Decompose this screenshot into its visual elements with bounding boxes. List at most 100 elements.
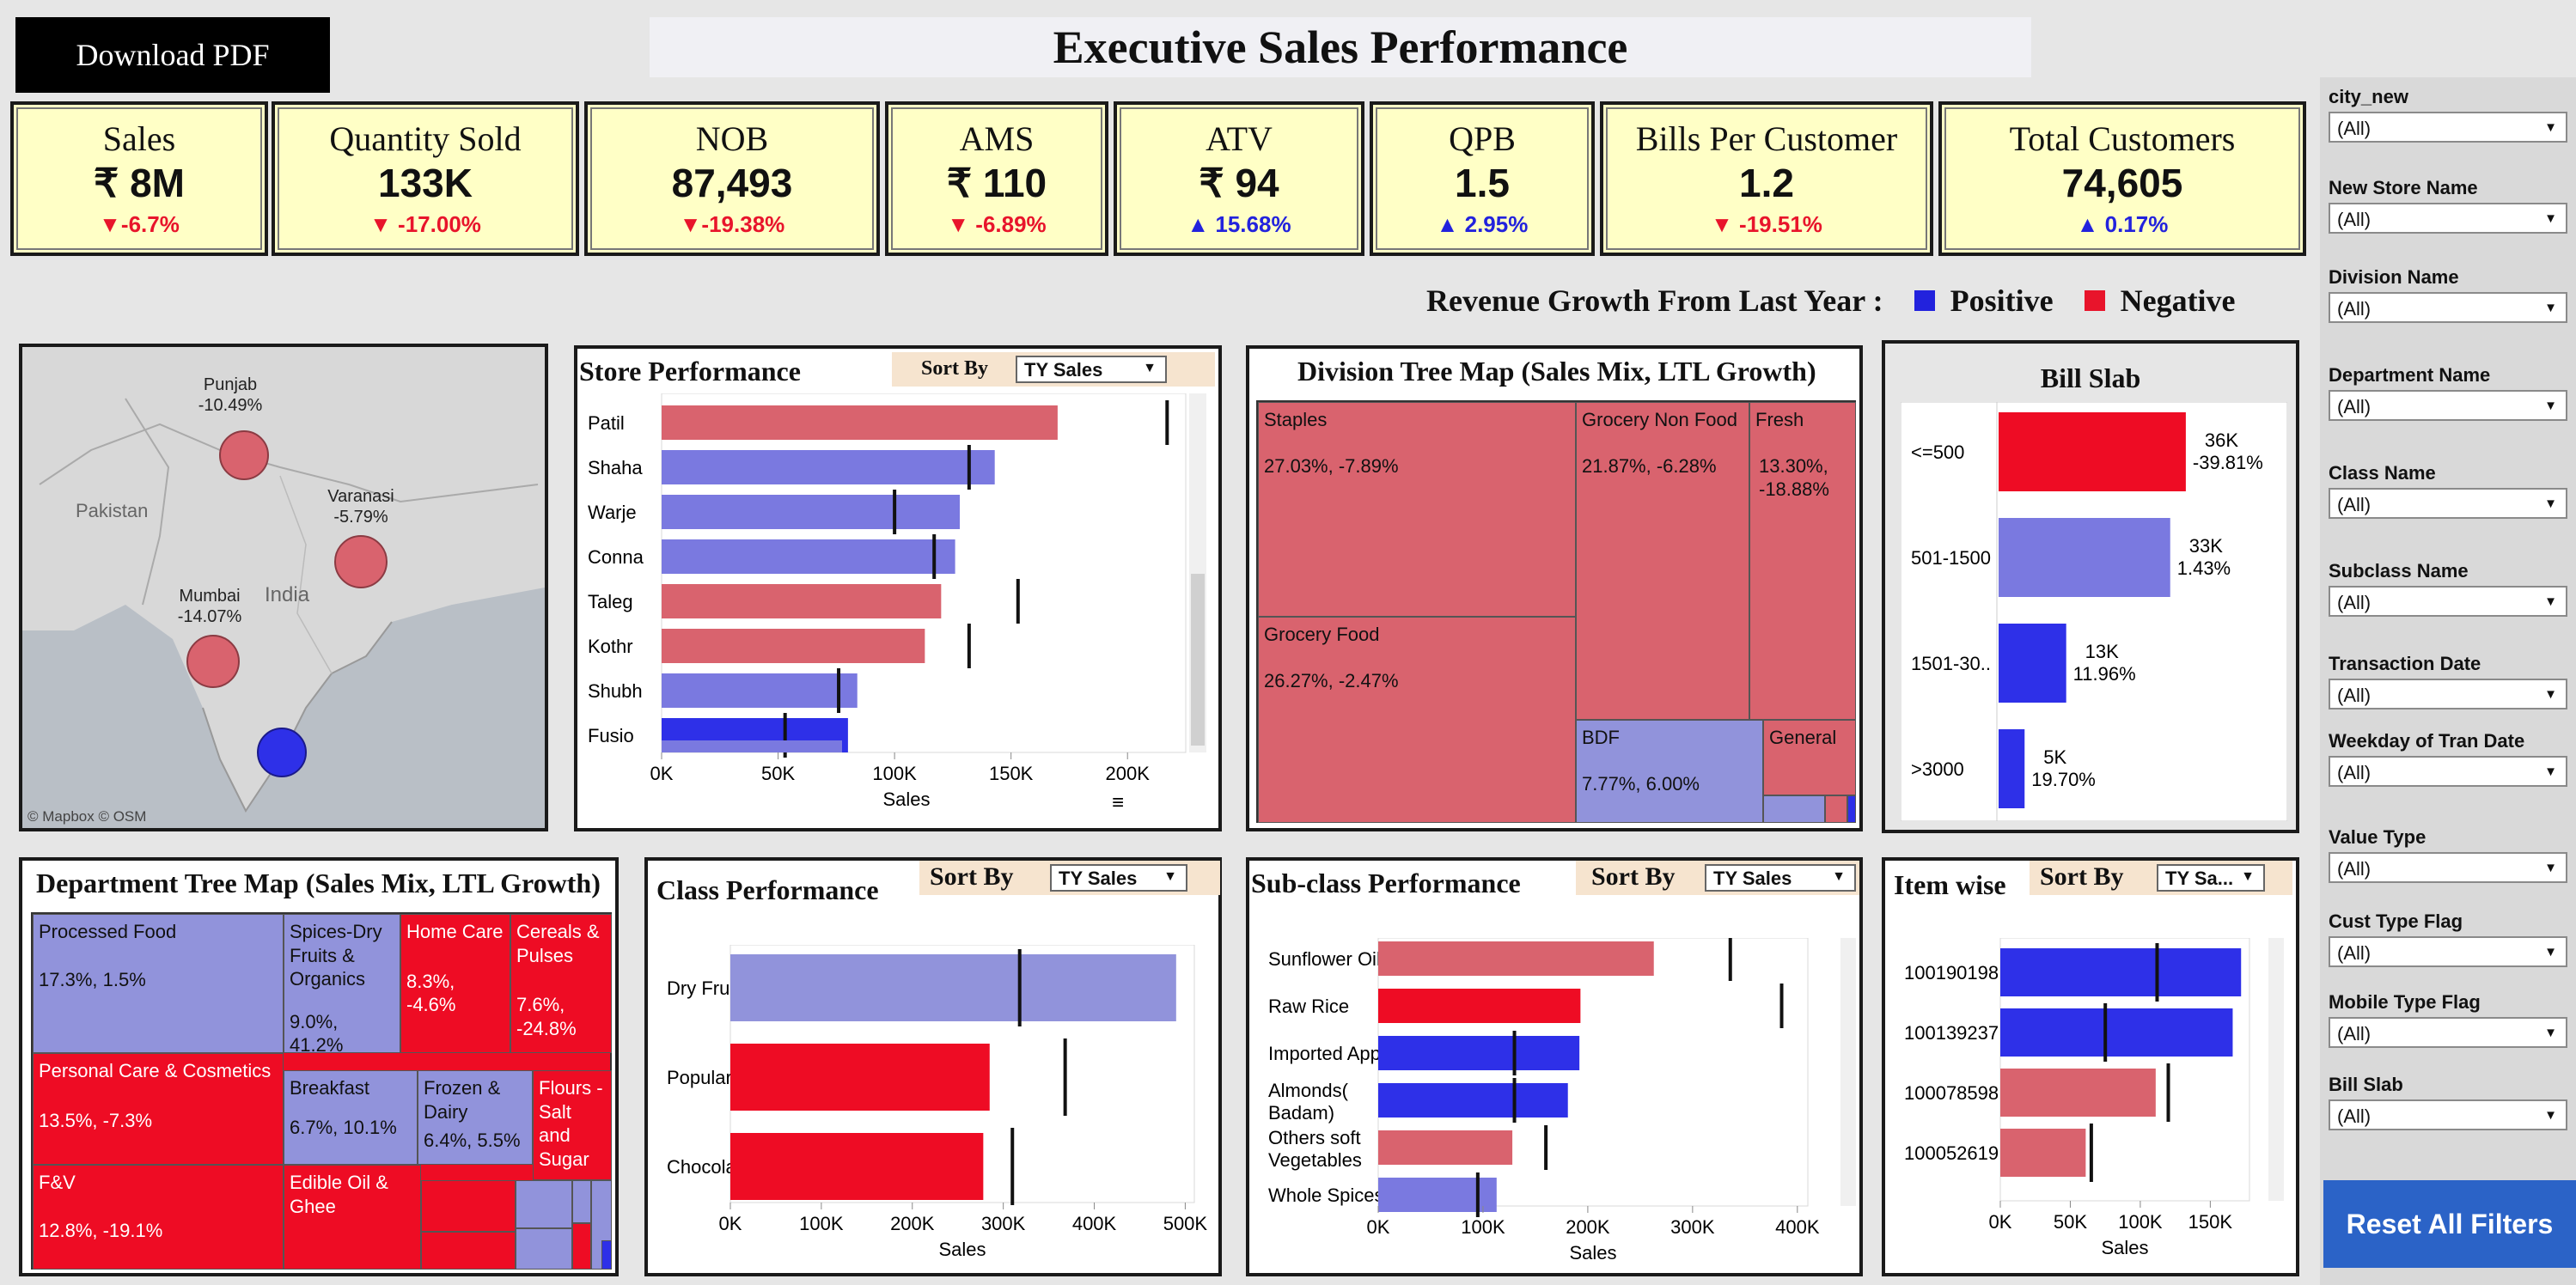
city-marker-punjab[interactable] (219, 430, 269, 480)
tile-grocery-food[interactable]: Grocery Food 26.27%, -2.47% (1258, 617, 1576, 823)
map-attribution: © Mapbox © OSM (27, 808, 146, 825)
tile-small-d[interactable] (516, 1228, 572, 1270)
city-marker-south[interactable] (257, 728, 307, 777)
growth-legend: Revenue Growth From Last Year : Positive… (1426, 280, 2236, 321)
filter-label: Cust Type Flag (2329, 910, 2463, 932)
tile-small-c[interactable] (516, 1180, 572, 1228)
data-bar[interactable] (2000, 1129, 2086, 1177)
data-bar[interactable] (1378, 941, 1654, 976)
data-bar[interactable] (662, 495, 961, 529)
data-bar[interactable] (1999, 729, 2025, 808)
data-bar[interactable] (1378, 1130, 1513, 1165)
scrollbar-track (2268, 938, 2284, 1201)
item-chart[interactable]: 100190198 100139237 100078598 100052619 0K 50… (1894, 938, 2291, 1273)
download-pdf-button[interactable]: Download PDF (15, 17, 330, 93)
filter-dropdown[interactable]: (All) ▼ (2329, 292, 2567, 323)
filter-dropdown[interactable]: (All) ▼ (2329, 852, 2567, 883)
bill-slab-chart[interactable]: <=500 36K-39.81% 501-1500 33K1.43% 1501-30..… (1901, 402, 2287, 821)
tile-frozen-dairy[interactable]: Frozen & Dairy 6.4%, 5.5% (418, 1070, 533, 1165)
sort-dropdown[interactable]: TY Sa... ▼ (2157, 864, 2265, 892)
department-treemap[interactable]: Processed Food 17.3%, 1.5% Spices-Dry Fru… (31, 912, 612, 1270)
kpi-atv: ATV ₹ 94 ▲ 15.68% (1114, 101, 1364, 256)
city-marker-mumbai[interactable] (186, 635, 240, 688)
filter-dropdown[interactable]: (All) ▼ (2329, 756, 2567, 787)
filter-dropdown[interactable]: (All) ▼ (2329, 390, 2567, 421)
reset-all-filters-button[interactable]: Reset All Filters (2323, 1180, 2576, 1268)
tile-bdf[interactable]: BDF 7.77%, 6.00% (1576, 720, 1763, 823)
data-bar[interactable] (662, 405, 1058, 440)
city-marker-varanasi[interactable] (334, 535, 388, 588)
tile-small-f[interactable] (572, 1223, 591, 1270)
tile-fresh[interactable]: Fresh 13.30%, -18.88% (1749, 402, 1856, 720)
tile-flours-salt-sugar[interactable]: Flours - Salt and Sugar (533, 1070, 612, 1180)
filter-dropdown[interactable]: (All) ▼ (2329, 586, 2567, 617)
partial-bar[interactable] (662, 740, 842, 752)
sort-value: TY Sales (1024, 359, 1103, 381)
data-bar[interactable] (730, 954, 1176, 1021)
tile-small-2[interactable] (1825, 795, 1847, 823)
filter-dropdown[interactable]: (All) ▼ (2329, 1017, 2567, 1048)
city-map[interactable]: Pakistan India Punjab -10.49% Varanasi -… (19, 344, 548, 831)
data-bar[interactable] (730, 1133, 984, 1200)
sort-control: Sort By TY Sa... ▼ (2030, 861, 2292, 895)
x-axis-label: Sales (1569, 1242, 1616, 1264)
filter-label: Mobile Type Flag (2329, 991, 2481, 1013)
division-treemap[interactable]: Staples 27.03%, -7.89% Grocery Food 26.27%… (1256, 400, 1856, 823)
tile-processed-food[interactable]: Processed Food 17.3%, 1.5% (33, 914, 284, 1053)
tile-fv[interactable]: F&V 12.8%, -19.1% (33, 1165, 284, 1270)
tile-personal-care[interactable]: Personal Care & Cosmetics 13.5%, -7.3% (33, 1053, 284, 1165)
filter-dropdown[interactable]: (All) ▼ (2329, 203, 2567, 234)
tile-staples[interactable]: Staples 27.03%, -7.89% (1258, 402, 1576, 617)
tile-grocery-non-food[interactable]: Grocery Non Food 21.87%, -6.28% (1576, 402, 1749, 720)
data-bar[interactable] (662, 584, 942, 618)
data-bar[interactable] (662, 673, 858, 708)
tile-small-1[interactable] (1763, 795, 1825, 823)
sort-value: TY Sa... (2165, 868, 2234, 889)
data-bar[interactable] (1999, 412, 2186, 491)
tile-small-a[interactable] (421, 1180, 516, 1232)
sort-dropdown[interactable]: TY Sales ▼ (1050, 864, 1187, 892)
data-bar[interactable] (2000, 948, 2242, 996)
filter-value: (All) (2337, 942, 2372, 964)
data-bar[interactable] (662, 450, 995, 484)
data-bar[interactable] (1378, 989, 1581, 1023)
filter-label: Class Name (2329, 462, 2436, 484)
data-bar[interactable] (1378, 1036, 1580, 1070)
tile-small-h[interactable] (601, 1240, 612, 1270)
filter-dropdown[interactable]: (All) ▼ (2329, 936, 2567, 967)
tile-small-b[interactable] (421, 1232, 516, 1270)
data-bar[interactable] (2000, 1069, 2156, 1117)
filter-dropdown[interactable]: (All) ▼ (2329, 112, 2567, 143)
store-performance-panel: Store Performance Sort By TY Sales ▼ Pati… (574, 345, 1222, 831)
legend-negative[interactable]: Negative (2121, 283, 2236, 319)
sort-dropdown[interactable]: TY Sales ▼ (1016, 356, 1167, 383)
tile-home-care[interactable]: Home Care 8.3%, -4.6% (400, 914, 510, 1053)
data-bar[interactable] (730, 1044, 990, 1111)
class-chart[interactable]: Dry FruitsPopular OilChocolate0K 100K 200K… (656, 945, 1215, 1273)
data-bar[interactable] (662, 629, 925, 663)
growth-label: 19.70% (2031, 769, 2096, 790)
tile-value: 12.8%, -19.1% (39, 1219, 163, 1241)
data-bar[interactable] (2000, 1008, 2233, 1057)
tile-small-3[interactable] (1847, 795, 1856, 823)
tile-cereals-pulses[interactable]: Cereals & Pulses 7.6%, -24.8% (510, 914, 612, 1053)
map-canvas[interactable]: Pakistan India Punjab -10.49% Varanasi -… (22, 347, 545, 828)
subclass-chart[interactable]: Sunflower Oil Raw Rice Imported Apple Almon… (1258, 938, 1859, 1273)
store-chart[interactable]: Patil Shaha Warje Conna Taleg Kothr Shubh Fusio… (577, 393, 1218, 828)
sort-dropdown[interactable]: TY Sales ▼ (1705, 864, 1856, 892)
filter-dropdown[interactable]: (All) ▼ (2329, 679, 2567, 709)
tile-breakfast[interactable]: Breakfast 6.7%, 10.1% (284, 1070, 418, 1165)
category-label: Kothr (588, 636, 633, 657)
tile-name: Grocery Non Food (1582, 409, 1737, 430)
tile-general[interactable]: General (1763, 720, 1856, 795)
filter-dropdown[interactable]: (All) ▼ (2329, 1099, 2567, 1130)
filter-dropdown[interactable]: (All) ▼ (2329, 488, 2567, 519)
tile-edible-oil[interactable]: Edible Oil & Ghee (284, 1165, 421, 1270)
data-bar[interactable] (1999, 624, 2066, 703)
data-bar[interactable] (1999, 518, 2170, 597)
data-bar[interactable] (662, 539, 955, 574)
data-bar[interactable] (1378, 1083, 1568, 1118)
tile-spices-dry-fruits[interactable]: Spices-Dry Fruits & Organics 9.0%, 41.2% (284, 914, 400, 1053)
tile-small-e[interactable] (572, 1180, 591, 1223)
legend-positive[interactable]: Positive (1950, 283, 2054, 319)
